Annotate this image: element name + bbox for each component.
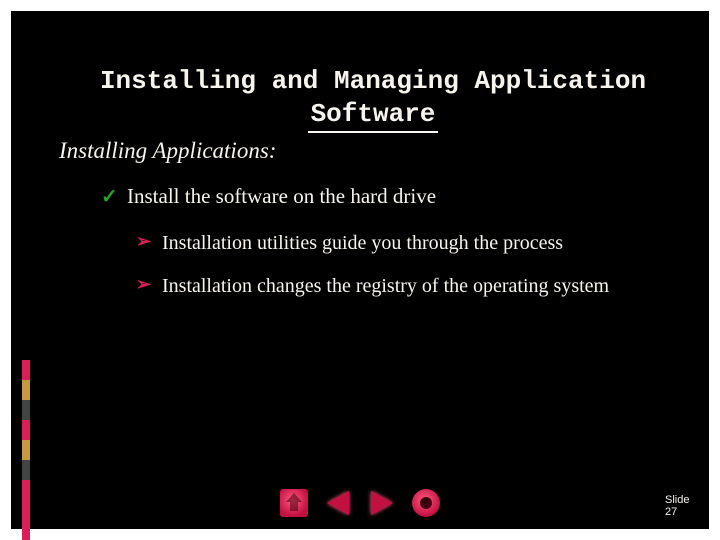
bullet-level2: ➢ Installation changes the registry of t… xyxy=(136,274,681,299)
bullet-level1-text: Install the software on the hard drive xyxy=(127,184,436,209)
bullet-level1: ✓ Install the software on the hard drive xyxy=(101,184,671,209)
check-icon: ✓ xyxy=(101,184,123,209)
home-icon[interactable] xyxy=(280,489,308,517)
arrow-icon: ➢ xyxy=(136,231,158,252)
bullet-level2: ➢ Installation utilities guide you throu… xyxy=(136,231,681,256)
arrow-icon: ➢ xyxy=(136,274,158,295)
bullet-level2-text: Installation utilities guide you through… xyxy=(162,231,672,256)
slide-title: Installing and Managing Application Soft… xyxy=(69,65,677,133)
next-icon[interactable] xyxy=(368,489,396,517)
stop-icon[interactable] xyxy=(412,489,440,517)
slide-body: Installing and Managing Application Soft… xyxy=(11,11,709,529)
slide-number: Slide 27 xyxy=(665,494,695,519)
prev-icon[interactable] xyxy=(324,489,352,517)
nav-buttons xyxy=(11,489,709,517)
bullet-level2-text: Installation changes the registry of the… xyxy=(162,274,672,299)
slide-subtitle: Installing Applications: xyxy=(59,138,276,164)
